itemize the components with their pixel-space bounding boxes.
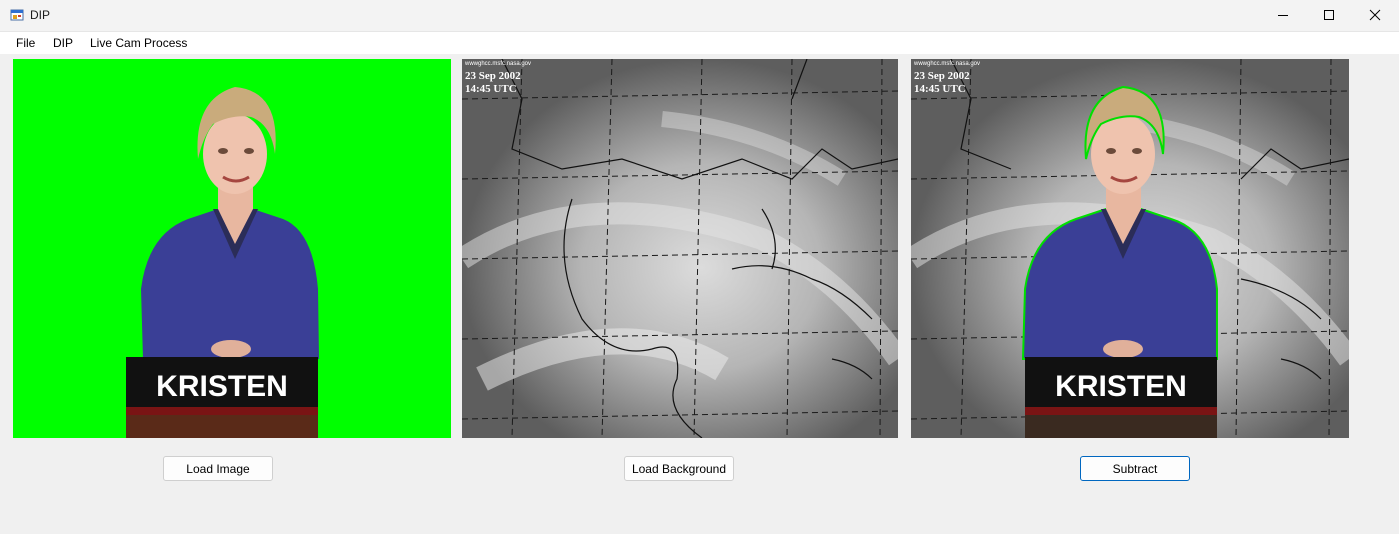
background-image: wwwghcc.msfc.nasa.gov 23 Sep 2002 14:45 … [462,59,898,438]
source-image-box: KRISTEN [13,59,451,438]
minimize-button[interactable] [1260,0,1306,31]
background-image-box: wwwghcc.msfc.nasa.gov 23 Sep 2002 14:45 … [462,59,898,438]
minimize-icon [1278,15,1288,16]
maximize-button[interactable] [1306,0,1352,31]
result-watermark: wwwghcc.msfc.nasa.gov [913,61,980,67]
load-image-button[interactable]: Load Image [163,456,273,481]
menu-bar: File DIP Live Cam Process [0,32,1399,54]
title-bar: DIP [0,0,1399,32]
result-podium-caption: KRISTEN [1055,370,1187,403]
load-background-button[interactable]: Load Background [624,456,734,481]
background-date: 23 Sep 2002 [465,70,521,82]
menu-dip[interactable]: DIP [53,36,73,50]
background-watermark: wwwghcc.msfc.nasa.gov [464,61,531,67]
close-icon [1369,9,1381,21]
source-podium-caption: KRISTEN [156,370,288,403]
result-time: 14:45 UTC [914,83,966,95]
menu-live-cam-process[interactable]: Live Cam Process [90,36,187,50]
maximize-icon [1324,10,1334,20]
menu-file[interactable]: File [16,36,35,50]
source-image: KRISTEN [13,59,451,438]
window-title: DIP [30,8,51,22]
close-button[interactable] [1352,0,1398,31]
subtract-button[interactable]: Subtract [1080,456,1190,481]
result-image-box: KRISTEN wwwghcc.msfc.nasa.gov 23 Sep 200… [911,59,1349,438]
result-date: 23 Sep 2002 [914,70,970,82]
background-time: 14:45 UTC [465,83,517,95]
app-icon [10,9,24,21]
result-image: KRISTEN wwwghcc.msfc.nasa.gov 23 Sep 200… [911,59,1349,438]
